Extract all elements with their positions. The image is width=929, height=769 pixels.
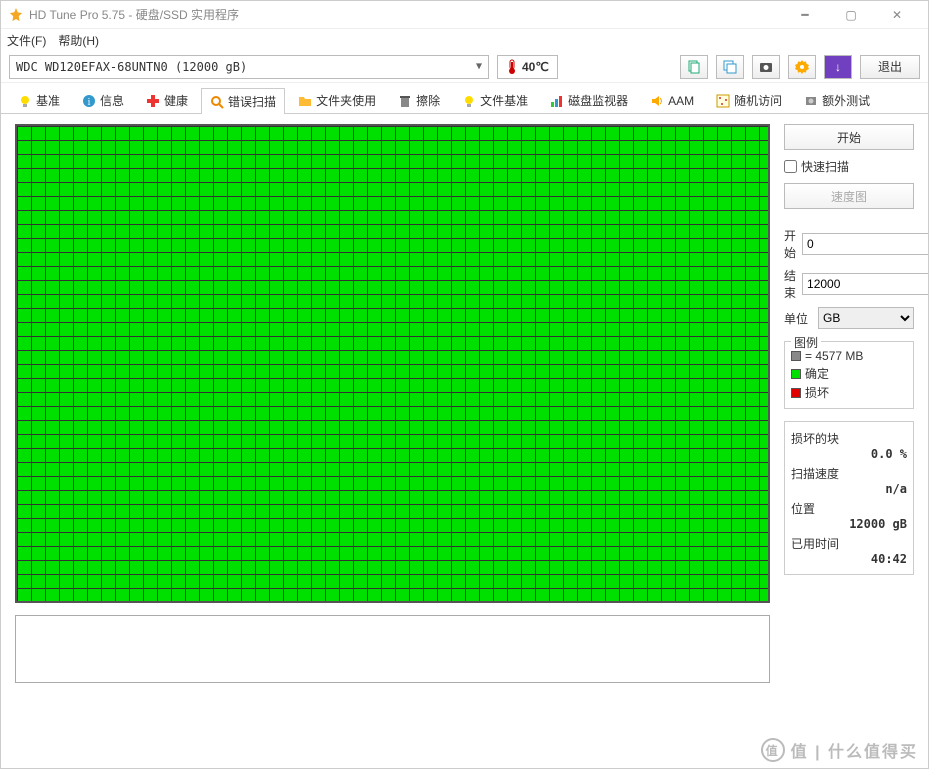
tab-extra[interactable]: 额外测试 (795, 87, 879, 113)
tab-filebench[interactable]: 文件基准 (453, 87, 537, 113)
drive-select[interactable]: WDC WD120EFAX-68UNTN0 (12000 gB) ▼ (9, 55, 489, 79)
scan-grid (17, 126, 768, 601)
tabs: 基准 i信息 健康 错误扫描 文件夹使用 擦除 文件基准 磁盘监视器 AAM 随… (1, 83, 928, 114)
disk-icon (804, 94, 818, 108)
minimize-button[interactable]: ━ (782, 1, 828, 29)
save-screenshot-button[interactable] (752, 55, 780, 79)
random-icon (716, 94, 730, 108)
tab-monitor[interactable]: 磁盘监视器 (541, 87, 637, 113)
scan-grid-frame (15, 124, 770, 603)
quick-scan-label: 快速扫描 (801, 158, 849, 175)
right-panel: 开始 快速扫描 速度图 开始 ▲▼ 结束 ▲▼ (784, 124, 914, 758)
exit-button[interactable]: 退出 (860, 55, 920, 79)
bulb-icon (18, 94, 32, 108)
window-title: HD Tune Pro 5.75 - 硬盘/SSD 实用程序 (29, 6, 782, 23)
tab-errorscan[interactable]: 错误扫描 (201, 88, 285, 114)
titlebar: HD Tune Pro 5.75 - 硬盘/SSD 实用程序 ━ ▢ ✕ (1, 1, 928, 29)
health-icon (146, 94, 160, 108)
legend-damaged: 损坏 (791, 383, 907, 402)
left-column (15, 124, 770, 758)
chevron-down-icon: ▼ (476, 61, 482, 72)
trash-icon (398, 94, 412, 108)
stat-speed: 扫描速度 n/a (791, 463, 907, 498)
minimize-tray-button[interactable]: ↓ (824, 55, 852, 79)
start-label: 开始 (784, 227, 796, 261)
start-input-field[interactable] (803, 234, 928, 254)
speaker-icon (650, 94, 664, 108)
swatch-ok (791, 369, 801, 379)
speedmap-button[interactable]: 速度图 (784, 183, 914, 209)
app-window: HD Tune Pro 5.75 - 硬盘/SSD 实用程序 ━ ▢ ✕ 文件(… (0, 0, 929, 769)
content-area: 开始 快速扫描 速度图 开始 ▲▼ 结束 ▲▼ (1, 114, 928, 768)
copy-screenshot-button[interactable] (716, 55, 744, 79)
end-row: 结束 ▲▼ (784, 267, 914, 301)
unit-select[interactable]: GB (818, 307, 914, 329)
folder-icon (298, 94, 312, 108)
tab-health[interactable]: 健康 (137, 87, 197, 113)
stat-damaged: 损坏的块 0.0 % (791, 428, 907, 463)
quick-scan-row: 快速扫描 (784, 156, 914, 177)
stat-position: 位置 12000 gB (791, 498, 907, 533)
legend-title: 图例 (791, 334, 821, 351)
log-box (15, 615, 770, 683)
bulb-icon (462, 94, 476, 108)
tab-erase[interactable]: 擦除 (389, 87, 449, 113)
svg-text:i: i (88, 97, 91, 108)
tab-random[interactable]: 随机访问 (707, 87, 791, 113)
tab-aam[interactable]: AAM (641, 89, 703, 112)
stats-group: 损坏的块 0.0 % 扫描速度 n/a 位置 12000 gB 已用时间 40:… (784, 421, 914, 575)
legend-ok: 确定 (791, 364, 907, 383)
unit-row: 单位 GB (784, 307, 914, 329)
menu-file[interactable]: 文件(F) (7, 32, 46, 49)
start-scan-button[interactable]: 开始 (784, 124, 914, 150)
menu-help[interactable]: 帮助(H) (58, 32, 99, 49)
menubar: 文件(F) 帮助(H) (1, 29, 928, 51)
unit-label: 单位 (784, 310, 812, 327)
toolbar: WDC WD120EFAX-68UNTN0 (12000 gB) ▼ 40℃ ↓… (1, 51, 928, 83)
drive-select-value: WDC WD120EFAX-68UNTN0 (12000 gB) (16, 60, 247, 74)
start-row: 开始 ▲▼ (784, 227, 914, 261)
info-icon: i (82, 94, 96, 108)
start-input[interactable]: ▲▼ (802, 233, 928, 255)
window-controls: ━ ▢ ✕ (782, 1, 920, 29)
tab-benchmark[interactable]: 基准 (9, 87, 69, 113)
end-input[interactable]: ▲▼ (802, 273, 928, 295)
thermometer-icon (506, 59, 518, 75)
swatch-damaged (791, 388, 801, 398)
maximize-button[interactable]: ▢ (828, 1, 874, 29)
end-label: 结束 (784, 267, 796, 301)
options-button[interactable] (788, 55, 816, 79)
app-icon (9, 8, 23, 22)
swatch-neutral (791, 351, 801, 361)
close-button[interactable]: ✕ (874, 1, 920, 29)
stat-elapsed: 已用时间 40:42 (791, 533, 907, 568)
quick-scan-checkbox[interactable] (784, 160, 797, 173)
search-icon (210, 95, 224, 109)
temperature-value: 40℃ (522, 60, 549, 74)
chart-icon (550, 94, 564, 108)
tab-folder[interactable]: 文件夹使用 (289, 87, 385, 113)
legend-group: 图例 = 4577 MB 确定 损坏 (784, 341, 914, 409)
temperature-display: 40℃ (497, 55, 558, 79)
end-input-field[interactable] (803, 274, 928, 294)
copy-text-button[interactable] (680, 55, 708, 79)
tab-info[interactable]: i信息 (73, 87, 133, 113)
